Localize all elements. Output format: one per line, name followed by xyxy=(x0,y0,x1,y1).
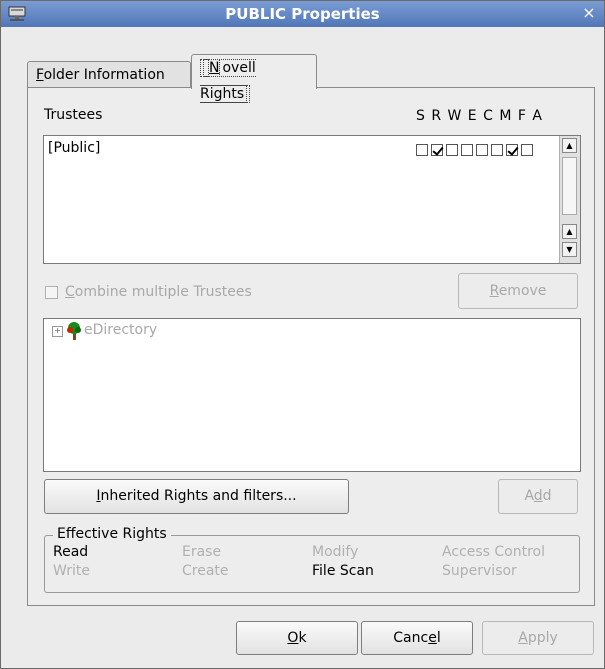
right-checkbox[interactable] xyxy=(521,144,533,156)
properties-dialog: PUBLIC Properties × Folder Information N… xyxy=(0,0,605,669)
right-checkbox[interactable] xyxy=(476,144,488,156)
directory-tree[interactable]: + eDirectory xyxy=(43,318,581,472)
trustees-heading: Trustees xyxy=(44,107,103,123)
apply-button[interactable]: Apply xyxy=(482,621,594,655)
effective-right-item: Modify xyxy=(312,544,359,560)
right-checkbox[interactable] xyxy=(431,144,443,156)
trustee-list[interactable]: [Public] ▲ ▲ ▼ xyxy=(43,135,581,264)
right-checkbox[interactable] xyxy=(461,144,473,156)
title-bar[interactable]: PUBLIC Properties × xyxy=(1,1,604,27)
effective-right-item: Write xyxy=(53,563,90,579)
window-title: PUBLIC Properties xyxy=(225,5,380,23)
tree-root-label[interactable]: eDirectory xyxy=(84,322,157,338)
effective-right-item: Erase xyxy=(182,544,222,560)
ok-button[interactable]: Ok xyxy=(236,621,358,655)
effective-right-item: Supervisor xyxy=(442,563,517,579)
right-checkbox[interactable] xyxy=(446,144,458,156)
inherited-rights-button[interactable]: Inherited Rights and filters... xyxy=(44,479,349,514)
effective-right-item: Create xyxy=(182,563,229,579)
effective-right-item: File Scan xyxy=(312,563,374,579)
remove-button[interactable]: Remove xyxy=(458,273,578,309)
effective-right-item: Access Control xyxy=(442,544,545,560)
scroll-up-icon[interactable]: ▲ xyxy=(562,224,577,239)
trustee-row[interactable]: [Public] xyxy=(48,140,100,156)
scroll-thumb[interactable] xyxy=(562,157,577,215)
scroll-down-icon[interactable]: ▼ xyxy=(562,242,577,257)
tree-icon xyxy=(67,322,81,340)
right-checkbox[interactable] xyxy=(506,144,518,156)
combine-trustees-checkbox[interactable] xyxy=(45,286,58,299)
cancel-button[interactable]: Cancel xyxy=(361,621,473,655)
right-checkbox[interactable] xyxy=(491,144,503,156)
right-checkbox[interactable] xyxy=(416,144,428,156)
tab-folder-information[interactable]: Folder Information xyxy=(27,61,191,88)
tree-expand-icon[interactable]: + xyxy=(52,326,63,337)
effective-right-item: Read xyxy=(53,544,89,560)
trustee-name: [Public] xyxy=(48,140,101,156)
trustee-list-scrollbar[interactable]: ▲ ▲ ▼ xyxy=(559,136,580,263)
add-button[interactable]: Add xyxy=(498,479,578,514)
combine-trustees-label: Combine multiple Trustees xyxy=(65,284,252,300)
rights-column-header: S R W E C M F A xyxy=(416,108,543,124)
tab-novell-rights[interactable]: Novell Rights xyxy=(191,54,317,103)
tab-label: Novell Rights xyxy=(200,59,256,103)
tab-label: Folder Information xyxy=(36,67,165,83)
close-icon[interactable]: × xyxy=(580,3,598,23)
effective-rights-title: Effective Rights xyxy=(53,526,171,542)
scroll-up-icon[interactable]: ▲ xyxy=(562,138,577,153)
